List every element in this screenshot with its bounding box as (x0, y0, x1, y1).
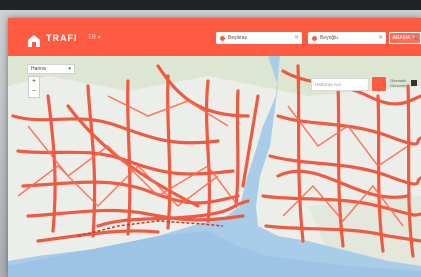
layer-toggle[interactable]: Otomatik Güncelle (390, 78, 417, 91)
to-field[interactable]: Beyoğlu ✕ (308, 32, 386, 44)
search-button[interactable]: ARAMA 🔍 (389, 32, 421, 44)
checkbox[interactable] (411, 80, 417, 86)
language-select[interactable]: TR ▾ (88, 34, 101, 41)
zoom-controls: + − (28, 76, 40, 98)
browser-screen: TRAFI TR ▾ Beşiktaş ✕ Beyoğlu ✕ ARAMA 🔍 (8, 18, 421, 277)
trafi-logo-icon[interactable] (27, 34, 41, 48)
from-field[interactable]: Beşiktaş ✕ (216, 32, 302, 44)
brand-name[interactable]: TRAFI (46, 33, 78, 43)
chevron-down-icon: ▾ (68, 66, 71, 72)
pin-icon (220, 35, 225, 41)
map-search-input[interactable]: Harita'da Ara (311, 78, 369, 91)
pin-icon (312, 35, 317, 41)
clear-icon[interactable]: ✕ (378, 34, 383, 41)
to-value: Beyoğlu (320, 35, 339, 41)
monitor-bezel (0, 0, 421, 10)
zoom-in-icon[interactable]: + (29, 77, 39, 87)
zoom-out-icon[interactable]: − (29, 87, 39, 97)
from-value: Beşiktaş (228, 35, 247, 41)
top-bar: TRAFI TR ▾ Beşiktaş ✕ Beyoğlu ✕ ARAMA 🔍 (8, 18, 421, 56)
layer-label: Otomatik Güncelle (390, 78, 407, 88)
city-select[interactable]: Hanna ▾ (27, 64, 75, 74)
city-value: Hanna (31, 66, 46, 72)
search-icon[interactable] (372, 77, 386, 91)
clear-icon[interactable]: ✕ (294, 34, 299, 41)
